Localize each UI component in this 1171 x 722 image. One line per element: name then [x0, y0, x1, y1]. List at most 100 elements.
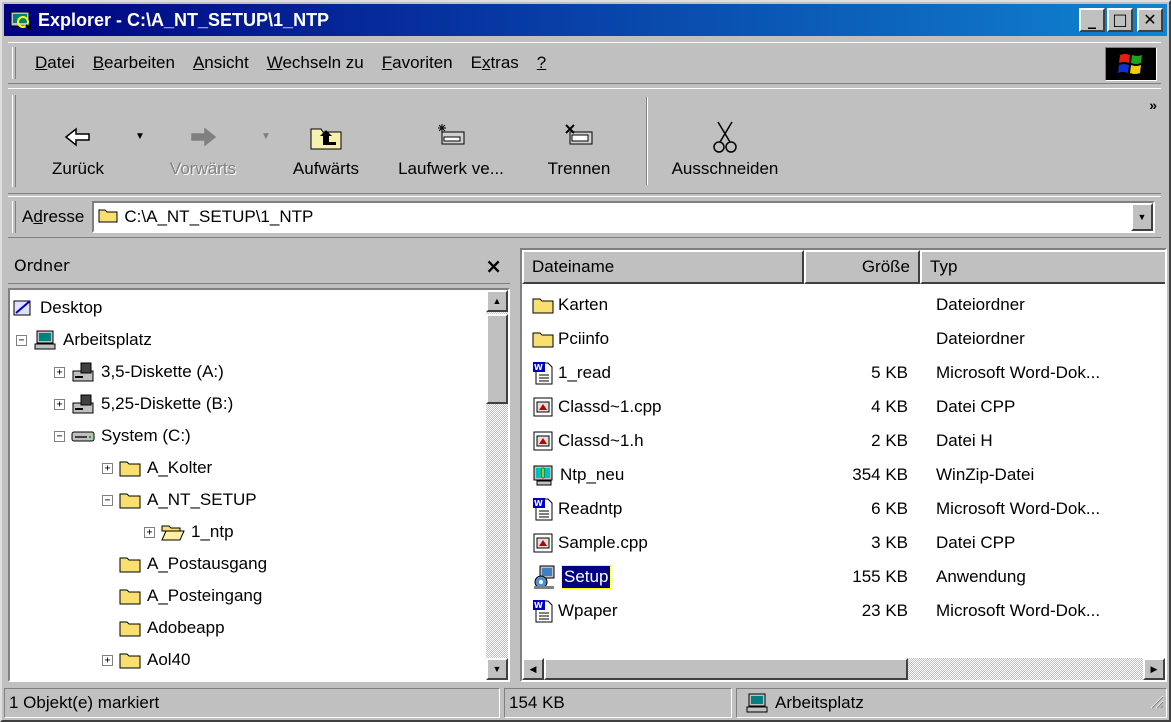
tree-item-a-posteingang[interactable]: A_Posteingang [119, 580, 262, 612]
forward-dropdown-arrow[interactable]: ▼ [256, 131, 276, 142]
tree-item-a-kolter[interactable]: + A_Kolter [102, 452, 212, 484]
menu-bearbeiten[interactable]: Bearbeiten [84, 53, 184, 73]
expand-toggle[interactable]: + [54, 398, 65, 410]
file-name-cell: Pciinfo [532, 322, 609, 356]
folder-icon [532, 296, 554, 314]
menu-favoriten[interactable]: Favoriten [373, 53, 462, 73]
menu-label: nsicht [204, 53, 249, 72]
file-row[interactable]: Sample.cpp 3 KB Datei CPP [522, 526, 1162, 560]
close-folder-pane-icon[interactable]: × [485, 254, 502, 278]
column-header-size[interactable]: Größe [804, 250, 920, 284]
back-dropdown-arrow[interactable]: ▼ [130, 131, 150, 142]
title-bar[interactable]: Explorer - C:\A_NT_SETUP\1_NTP _ □ ✕ [4, 4, 1167, 36]
file-size: 5 KB [871, 363, 908, 382]
cpp-file-icon [532, 396, 554, 418]
word-doc-icon: W [532, 361, 554, 385]
file-row[interactable]: Pciinfo Dateiordner [522, 322, 1162, 356]
menu-accelerator: W [266, 53, 283, 72]
up-button[interactable]: Aufwärts [276, 89, 376, 193]
menu-bar-grip[interactable] [12, 47, 16, 79]
tree-item-arbeitsplatz[interactable]: − Arbeitsplatz [16, 324, 152, 356]
expand-toggle[interactable]: + [54, 366, 65, 378]
cut-button[interactable]: Ausschneiden [662, 89, 788, 193]
expand-toggle[interactable]: + [102, 654, 113, 666]
expand-toggle[interactable]: + [102, 462, 113, 474]
file-list-pane[interactable]: Dateiname Größe Typ Karten Dateiordner P… [520, 248, 1167, 682]
address-bar-grip[interactable] [12, 201, 16, 233]
scroll-left-button[interactable]: ◀ [522, 658, 544, 680]
folder-icon [119, 651, 141, 669]
scroll-up-button[interactable]: ▲ [486, 290, 508, 312]
file-row[interactable]: Classd~1.h 2 KB Datei H [522, 424, 1162, 458]
folder-tree[interactable]: Desktop − Arbeitsplatz + 3,5-Diskette (A… [8, 288, 510, 682]
column-header-name[interactable]: Dateiname [522, 250, 804, 284]
scroll-right-button[interactable]: ▶ [1143, 658, 1165, 680]
expand-toggle[interactable]: + [144, 526, 155, 538]
folder-tree-vertical-scrollbar[interactable]: ▲ ▼ [486, 290, 508, 680]
tree-item-floppy-b[interactable]: + 5,25-Diskette (B:) [54, 388, 233, 420]
disconnect-label: Trennen [547, 159, 611, 178]
tree-item-label: Arbeitsplatz [63, 330, 152, 349]
file-type: Microsoft Word-Dok... [936, 363, 1101, 382]
column-header-type[interactable]: Typ [920, 250, 1165, 284]
tree-item-label: 1_ntp [191, 522, 234, 541]
collapse-toggle[interactable]: − [16, 334, 27, 346]
tree-item-aol40[interactable]: + Aol40 [102, 644, 190, 676]
pane-splitter[interactable] [510, 248, 518, 682]
scroll-down-button[interactable]: ▼ [486, 658, 508, 680]
file-name: Sample.cpp [558, 533, 648, 552]
forward-button[interactable]: Vorwärts [150, 89, 256, 193]
tree-item-system-c[interactable]: − System (C:) [54, 420, 191, 452]
file-row[interactable]: Ntp_neu 354 KB WinZip-Datei [522, 458, 1162, 492]
menu-wechseln-zu[interactable]: Wechseln zu [258, 53, 373, 73]
menu-datei[interactable]: Datei [26, 53, 84, 73]
toolbar-overflow-chevron[interactable]: » [1149, 97, 1157, 113]
tree-item-floppy-a[interactable]: + 3,5-Diskette (A:) [54, 356, 224, 388]
hard-drive-icon [71, 427, 95, 445]
scroll-thumb[interactable] [486, 314, 508, 404]
address-input[interactable]: C:\A_NT_SETUP\1_NTP ▼ [92, 201, 1155, 233]
scroll-thumb[interactable] [544, 658, 908, 680]
close-button[interactable]: ✕ [1137, 8, 1163, 32]
collapse-toggle[interactable]: − [102, 494, 113, 506]
explorer-app-icon[interactable] [10, 9, 32, 31]
tree-item-desktop[interactable]: Desktop [12, 292, 102, 324]
resize-grip-icon[interactable] [1148, 693, 1164, 714]
back-button[interactable]: Zurück [26, 89, 130, 193]
tree-item-label: A_NT_SETUP [147, 490, 257, 509]
toolbar-grip[interactable] [12, 95, 16, 187]
address-label-text: A [22, 207, 34, 226]
minimize-button[interactable]: _ [1079, 8, 1105, 32]
menu-ansicht[interactable]: Ansicht [184, 53, 258, 73]
folder-icon [119, 491, 141, 509]
file-type: Anwendung [936, 567, 1026, 586]
file-row[interactable]: W Readntp 6 KB Microsoft Word-Dok... [522, 492, 1162, 526]
file-name-cell: Classd~1.h [532, 424, 644, 458]
file-type: Dateiordner [936, 295, 1025, 314]
disconnect-button[interactable]: Trennen [526, 89, 632, 193]
tree-item-adobeapp[interactable]: Adobeapp [119, 612, 225, 644]
tree-item-a-nt-setup[interactable]: − A_NT_SETUP [102, 484, 257, 516]
address-dropdown-button[interactable]: ▼ [1131, 203, 1153, 231]
tree-item-a-postausgang[interactable]: A_Postausgang [119, 548, 267, 580]
map-drive-button[interactable]: Laufwerk ve... [376, 89, 526, 193]
file-list-horizontal-scrollbar[interactable]: ◀ ▶ [522, 658, 1165, 680]
back-arrow-icon [63, 115, 93, 159]
file-row[interactable]: W Wpaper 23 KB Microsoft Word-Dok... [522, 594, 1162, 628]
maximize-button[interactable]: □ [1107, 8, 1133, 32]
file-row[interactable]: Karten Dateiordner [522, 288, 1162, 322]
file-row[interactable]: W 1_read 5 KB Microsoft Word-Dok... [522, 356, 1162, 390]
menu-label: echseln zu [282, 53, 364, 72]
file-row[interactable]: Classd~1.cpp 4 KB Datei CPP [522, 390, 1162, 424]
tree-item-1-ntp[interactable]: + 1_ntp [144, 516, 234, 548]
menu-extras[interactable]: Extras [462, 53, 528, 73]
folder-icon [119, 555, 141, 573]
collapse-toggle[interactable]: − [54, 430, 65, 442]
file-name: 1_read [558, 363, 611, 382]
file-name-cell: W 1_read [532, 356, 611, 390]
cut-label: Ausschneiden [671, 159, 779, 178]
tree-item-label: 3,5-Diskette (A:) [101, 362, 224, 381]
menu-help[interactable]: ? [528, 53, 555, 73]
disconnect-drive-icon [562, 115, 596, 159]
file-row[interactable]: Setup 155 KB Anwendung [522, 560, 1162, 594]
